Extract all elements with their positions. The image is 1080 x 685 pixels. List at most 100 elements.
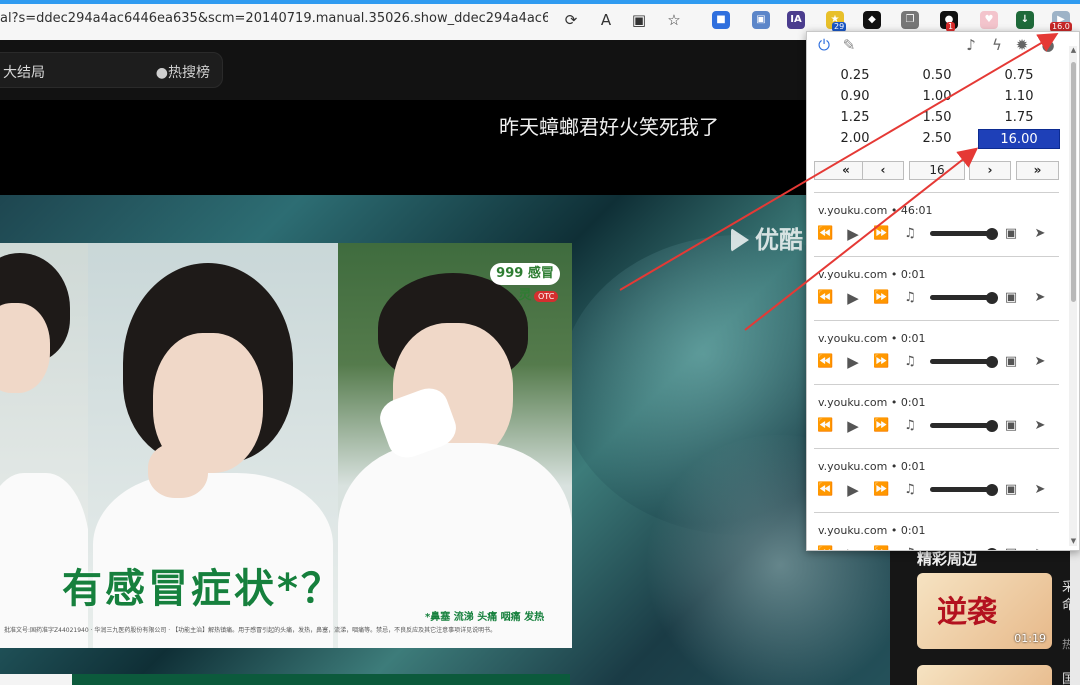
rewind-icon[interactable]: ⏪	[817, 290, 833, 306]
media-source: v.youku.com • 46:01	[818, 204, 933, 217]
picture-in-picture-icon[interactable]: ▣	[1003, 546, 1019, 550]
play-icon[interactable]: ▶	[845, 226, 861, 242]
double-right-icon: »	[1033, 163, 1042, 177]
speed-option-1-00[interactable]: 1.00	[896, 87, 978, 107]
speed-option-2-50[interactable]: 2.50	[896, 129, 978, 149]
ext-1-icon[interactable]: ■	[712, 11, 730, 29]
picture-in-picture-icon[interactable]: ▣	[1003, 418, 1019, 434]
volume-slider-thumb[interactable]	[986, 228, 998, 240]
cursor-pointer-icon[interactable]: ➤	[1032, 418, 1048, 434]
scroll-down-icon[interactable]: ▼	[1070, 537, 1077, 545]
volume-icon[interactable]: ♫	[902, 290, 918, 306]
github-icon[interactable]: ●	[1039, 36, 1057, 54]
hot-search-link[interactable]: ●热搜榜	[156, 62, 210, 82]
volume-slider-thumb[interactable]	[986, 484, 998, 496]
volume-slider[interactable]	[930, 487, 994, 492]
speed-next-button[interactable]: ›	[969, 161, 1011, 180]
speed-option-16-00[interactable]: 16.00	[978, 129, 1060, 149]
settings-gear-icon[interactable]: ✹	[1013, 36, 1031, 54]
play-icon[interactable]: ▶	[845, 418, 861, 434]
ad-panel-right	[338, 243, 572, 648]
play-icon[interactable]: ▶	[845, 546, 861, 550]
media-source: v.youku.com • 0:01	[818, 524, 926, 537]
rewind-icon[interactable]: ⏪	[817, 226, 833, 242]
related-thumb-2[interactable]	[917, 665, 1052, 685]
cursor-pointer-icon[interactable]: ➤	[1032, 226, 1048, 242]
fast-forward-icon[interactable]: ⏩	[873, 546, 889, 550]
fast-forward-icon[interactable]: ⏩	[873, 354, 889, 370]
search-box[interactable]: 大结局 ●热搜榜	[0, 52, 223, 88]
pin-icon[interactable]: ✎	[840, 36, 858, 54]
volume-icon[interactable]: ♫	[902, 226, 918, 242]
speed-option-1-75[interactable]: 1.75	[978, 108, 1060, 128]
volume-slider-thumb[interactable]	[986, 548, 998, 550]
volume-slider-thumb[interactable]	[986, 356, 998, 368]
picture-in-picture-icon[interactable]: ▣	[1003, 354, 1019, 370]
bottom-bar-green	[72, 674, 570, 685]
lightning-icon[interactable]: ϟ	[988, 36, 1006, 54]
speed-option-1-50[interactable]: 1.50	[896, 108, 978, 128]
read-aloud-icon[interactable]: A	[597, 11, 615, 29]
picture-in-picture-icon[interactable]: ▣	[1003, 226, 1019, 242]
search-text[interactable]: 大结局	[3, 62, 45, 82]
volume-slider[interactable]	[930, 359, 994, 364]
ext-8-icon[interactable]: ♥	[980, 11, 998, 29]
ad-overlay[interactable]: 999 感冒灵 OTC 有感冒症状*？ *鼻塞 流涕 头痛 咽痛 发热 批准文号…	[0, 243, 572, 648]
related-thumb-1[interactable]: 逆袭 01:19	[917, 573, 1052, 649]
chevron-left-icon: ‹	[880, 163, 886, 177]
fast-forward-icon[interactable]: ⏩	[873, 482, 889, 498]
volume-slider[interactable]	[930, 295, 994, 300]
speed-option-0-25[interactable]: 0.25	[814, 66, 896, 86]
speed-option-0-90[interactable]: 0.90	[814, 87, 896, 107]
picture-in-picture-icon[interactable]: ▣	[1003, 482, 1019, 498]
fast-forward-icon[interactable]: ⏩	[873, 290, 889, 306]
ad-headline: 有感冒症状*？	[62, 566, 344, 612]
volume-icon[interactable]: ♫	[902, 354, 918, 370]
speed-prev-button[interactable]: ‹	[862, 161, 904, 180]
picture-in-picture-icon[interactable]: ▣	[1003, 290, 1019, 306]
speaker-icon[interactable]: ♪	[962, 36, 980, 54]
scroll-up-icon[interactable]: ▲	[1070, 46, 1077, 54]
immersive-reader-icon[interactable]: ▣	[630, 11, 648, 29]
volume-slider-thumb[interactable]	[986, 420, 998, 432]
speed-option-2-00[interactable]: 2.00	[814, 129, 896, 149]
address-bar[interactable]: al?s=ddec294a4ac6446ea635&scm=20140719.m…	[0, 11, 548, 26]
play-icon[interactable]: ▶	[845, 290, 861, 306]
fast-forward-icon[interactable]: ⏩	[873, 418, 889, 434]
media-source: v.youku.com • 0:01	[818, 332, 926, 345]
fast-forward-icon[interactable]: ⏩	[873, 226, 889, 242]
speed-last-button[interactable]: »	[1016, 161, 1059, 180]
ext-2-icon[interactable]: ▣	[752, 11, 770, 29]
rewind-icon[interactable]: ⏪	[817, 546, 833, 550]
speed-value-field[interactable]: 16	[909, 161, 965, 180]
play-icon[interactable]: ▶	[845, 482, 861, 498]
cursor-pointer-icon[interactable]: ➤	[1032, 354, 1048, 370]
ext-ia-icon[interactable]: IA	[787, 11, 805, 29]
rewind-icon[interactable]: ⏪	[817, 418, 833, 434]
thumb-title: 逆袭	[937, 595, 997, 630]
speed-option-1-10[interactable]: 1.10	[978, 87, 1060, 107]
popup-scrollbar-thumb[interactable]	[1071, 62, 1076, 302]
power-icon[interactable]: ⏻	[815, 36, 833, 54]
volume-slider[interactable]	[930, 231, 994, 236]
volume-slider-thumb[interactable]	[986, 292, 998, 304]
rewind-icon[interactable]: ⏪	[817, 354, 833, 370]
speed-option-0-75[interactable]: 0.75	[978, 66, 1060, 86]
ext-5-icon[interactable]: ◆	[863, 11, 881, 29]
cursor-pointer-icon[interactable]: ➤	[1032, 290, 1048, 306]
ext-9-icon[interactable]: ↓	[1016, 11, 1034, 29]
ext-6-icon[interactable]: ❐	[901, 11, 919, 29]
volume-icon[interactable]: ♫	[902, 482, 918, 498]
favorite-star-icon[interactable]: ☆	[665, 11, 683, 29]
volume-icon[interactable]: ♫	[902, 546, 918, 550]
speed-option-0-50[interactable]: 0.50	[896, 66, 978, 86]
volume-icon[interactable]: ♫	[902, 418, 918, 434]
rewind-icon[interactable]: ⏪	[817, 482, 833, 498]
refresh-icon[interactable]: ⟳	[562, 11, 580, 29]
speed-option-1-25[interactable]: 1.25	[814, 108, 896, 128]
cursor-pointer-icon[interactable]: ➤	[1032, 482, 1048, 498]
play-icon[interactable]: ▶	[845, 354, 861, 370]
video-player[interactable]: 优酷 999 感冒灵 OTC 有感冒症状*？ *鼻塞 流涕 头痛 咽痛 发热 批…	[0, 195, 890, 685]
volume-slider[interactable]	[930, 423, 994, 428]
cursor-pointer-icon[interactable]: ➤	[1032, 546, 1048, 550]
